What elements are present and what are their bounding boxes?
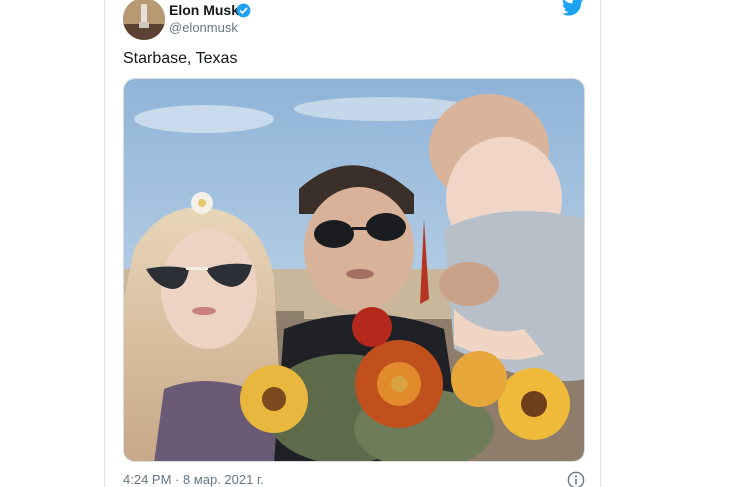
info-icon[interactable]	[567, 471, 585, 487]
tweet-timestamp[interactable]: 4:24 PM · 8 мар. 2021 г.	[123, 472, 264, 487]
family-photo-image	[124, 79, 584, 461]
avatar-photo-icon	[123, 0, 165, 40]
author-name[interactable]: Elon Musk	[169, 1, 239, 19]
twitter-bird-icon[interactable]	[562, 0, 584, 16]
verified-badge-icon	[236, 3, 251, 18]
tweet-photo[interactable]	[123, 78, 585, 462]
tweet-text: Starbase, Texas	[123, 50, 238, 67]
author-avatar[interactable]	[123, 0, 165, 40]
author-handle[interactable]: @elonmusk	[169, 20, 238, 36]
tweet-embed-page: Elon Musk @elonmusk Starbase, Texas 4:24…	[0, 0, 730, 487]
